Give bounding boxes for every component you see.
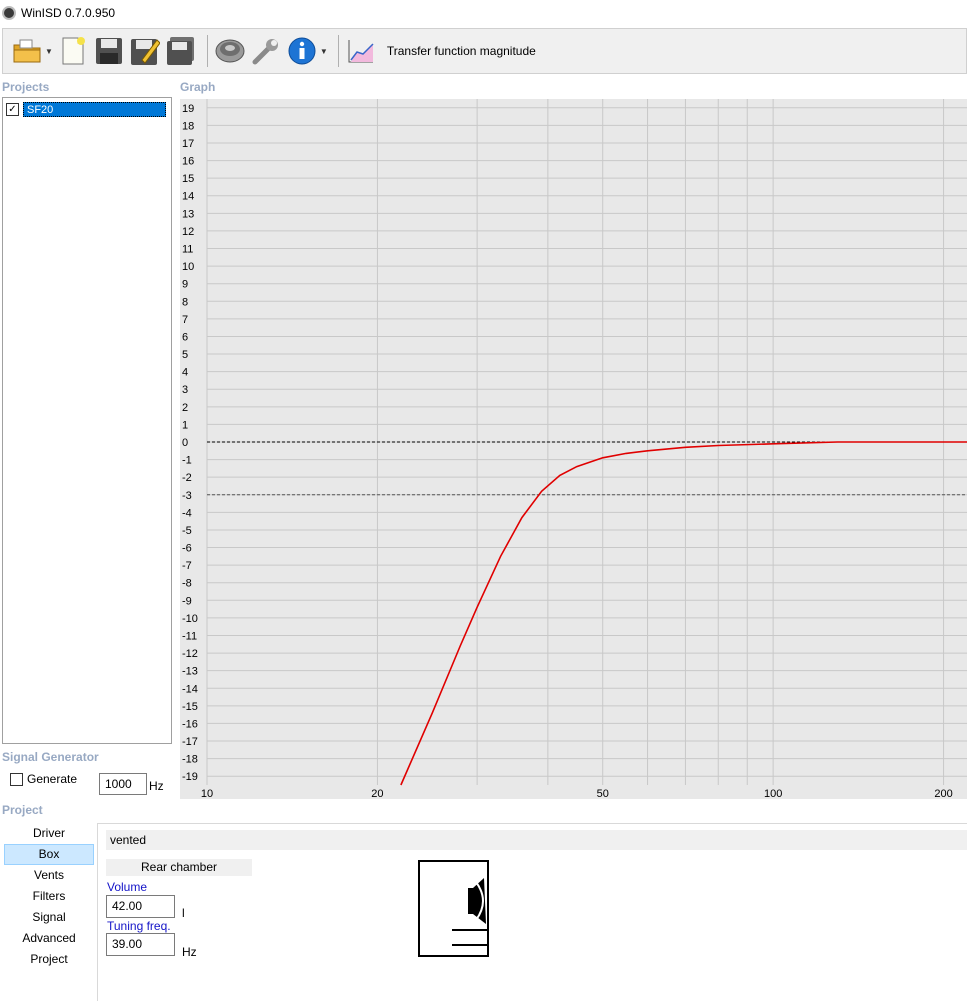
open-folder-icon[interactable] [11,33,43,69]
nav-item-driver[interactable]: Driver [4,823,94,844]
project-nav: Driver Box Vents Filters Signal Advanced… [4,823,94,970]
y-tick-label: 3 [182,384,188,396]
y-tick-label: 13 [182,208,194,220]
y-tick-label: -17 [182,736,198,748]
toolbar: ▼ ▼ Transfer function magnitude [2,28,967,74]
y-tick-label: -3 [182,490,192,502]
tuning-freq-unit: Hz [182,945,197,959]
box-settings-panel: vented Rear chamber Volume 42.00 l Tunin… [97,823,967,1001]
y-tick-label: 19 [182,103,194,115]
y-tick-label: -5 [182,525,192,537]
title-bar: WinISD 0.7.0.950 [0,0,967,26]
y-tick-label: -19 [182,771,198,783]
project-item-sf20[interactable]: ✓ SF20 [6,102,166,117]
y-tick-label: -4 [182,507,192,519]
nav-item-filters[interactable]: Filters [4,886,94,907]
generate-row: Generate [10,772,77,786]
y-tick-label: 11 [182,244,193,256]
save-icon[interactable] [93,33,125,69]
box-type-selector[interactable]: vented [106,830,967,850]
nav-item-vents[interactable]: Vents [4,865,94,886]
project-section-label: Project [2,803,43,817]
save-as-icon[interactable] [129,33,161,69]
vented-box-diagram [418,860,489,957]
volume-input[interactable]: 42.00 [106,895,175,918]
y-tick-label: -11 [182,630,197,642]
y-tick-label: -8 [182,578,192,590]
driver-editor-icon[interactable] [214,33,246,69]
y-tick-label: 14 [182,191,194,203]
y-tick-label: 10 [182,261,194,273]
y-tick-label: 7 [182,314,188,326]
y-tick-label: 9 [182,279,188,291]
nav-item-project[interactable]: Project [4,949,94,970]
y-tick-label: -9 [182,595,192,607]
x-tick-label: 20 [371,788,383,799]
save-all-icon[interactable] [165,33,197,69]
y-tick-label: -7 [182,560,192,572]
graph-panel[interactable]: 19 18 17 16 15 14 13 12 11 10 9 8 7 6 5 4 3 2 1 0 -1 -2 -3 -4 -5… [180,99,967,800]
y-tick-label: -2 [182,472,192,484]
x-tick-label: 100 [764,788,782,799]
generate-checkbox[interactable] [10,772,23,786]
y-tick-label: -10 [182,613,198,625]
rear-chamber-header: Rear chamber [106,859,252,876]
graph-type-label[interactable]: Transfer function magnitude [387,44,536,58]
y-tick-label: -1 [182,455,192,467]
app-icon [2,6,16,20]
y-tick-label: 5 [182,349,188,361]
open-dropdown-arrow-icon[interactable]: ▼ [45,47,53,56]
y-tick-label: 6 [182,331,188,343]
y-tick-label: 15 [182,173,194,185]
volume-label: Volume [107,880,148,894]
graph-section-label: Graph [180,80,216,94]
y-tick-label: 8 [182,296,188,308]
y-tick-label: 17 [182,138,194,150]
options-wrench-icon[interactable] [250,33,282,69]
y-tick-label: -16 [182,718,198,730]
info-icon[interactable] [286,33,318,69]
y-tick-label: -13 [182,666,198,678]
y-tick-label: 2 [182,402,188,414]
x-tick-label: 10 [201,788,213,799]
project-checkbox[interactable]: ✓ [6,103,19,116]
y-tick-label: -12 [182,648,198,660]
nav-item-advanced[interactable]: Advanced [4,928,94,949]
new-project-icon[interactable] [57,33,89,69]
y-tick-label: 1 [182,419,188,431]
x-tick-label: 50 [597,788,609,799]
volume-unit: l [182,906,185,920]
y-tick-label: 18 [182,120,194,132]
x-tick-label: 200 [934,788,952,799]
y-tick-label: 16 [182,156,194,168]
tuning-freq-input[interactable]: 39.00 [106,933,175,956]
transfer-function-chart: 191817161514131211109876543210-1-2-3-4-5… [182,99,967,800]
project-name[interactable]: SF20 [23,102,166,117]
graph-type-icon[interactable] [345,33,377,69]
toolbar-separator [337,35,339,67]
nav-item-signal[interactable]: Signal [4,907,94,928]
projects-section-label: Projects [2,80,50,94]
generator-frequency-input[interactable]: 1000 [99,773,147,795]
y-tick-label: -14 [182,683,198,695]
generator-frequency-unit: Hz [149,779,164,793]
toolbar-separator [206,35,208,67]
signal-generator-section-label: Signal Generator [2,750,99,764]
y-tick-label: -6 [182,543,192,555]
y-tick-label: 12 [182,226,194,238]
y-tick-label: -15 [182,701,198,713]
tuning-freq-label: Tuning freq. [107,919,171,933]
y-tick-label: -18 [182,754,198,766]
y-tick-label: 0 [182,437,188,449]
y-tick-label: 4 [182,367,188,379]
info-dropdown-arrow-icon[interactable]: ▼ [320,47,328,56]
window-title: WinISD 0.7.0.950 [21,6,116,20]
nav-item-box[interactable]: Box [4,844,94,865]
response-curve [400,441,967,786]
projects-list: ✓ SF20 [2,97,172,744]
generate-label: Generate [27,772,78,786]
